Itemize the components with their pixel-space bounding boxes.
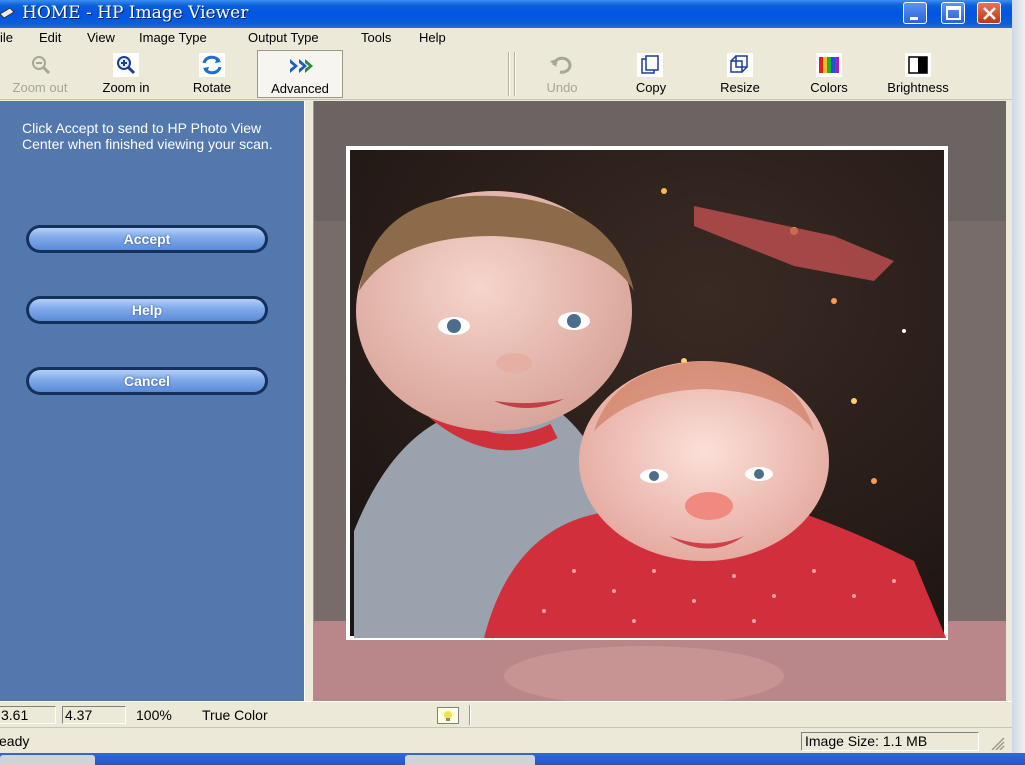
info-status-bar: 3.61 4.37 100% True Color [0,701,1012,727]
menu-tools[interactable]: Tools [361,30,391,45]
scanned-photo [314,101,1006,701]
close-icon [983,7,996,20]
rotate-icon [199,53,225,77]
close-button[interactable] [977,2,1001,24]
minimize-button[interactable] [903,2,927,24]
colors-button[interactable]: Colors [795,50,863,98]
toolbar-separator [514,52,516,96]
zoom-out-label: Zoom out [12,80,68,95]
advanced-button[interactable]: Advanced [257,50,343,98]
ready-status: eady [0,733,30,749]
status-bar: eady Image Size: 1.1 MB [0,727,1012,753]
zoom-out-button[interactable]: Zoom out [0,50,80,98]
zoom-in-label: Zoom in [102,80,150,95]
cancel-button[interactable]: Cancel [26,367,268,395]
toolbar-separator [508,52,510,96]
help-button[interactable]: Help [26,296,268,324]
accept-button[interactable]: Accept [26,225,268,253]
toolbar: Zoom out Zoom in Rotate Advanced Undo Co… [0,48,1012,100]
rotate-label: Rotate [192,80,232,95]
advanced-icon [290,59,313,73]
lightbulb-icon [444,711,452,721]
rotate-button[interactable]: Rotate [178,50,246,98]
title-bar[interactable]: HOME - HP Image Viewer [0,0,1012,28]
colors-icon [816,53,842,77]
minimize-icon [910,17,918,20]
resize-grip-icon[interactable] [988,734,1006,750]
menu-help[interactable]: Help [419,30,446,45]
y-coordinate: 4.37 [62,706,126,724]
taskbar [0,753,1025,765]
status-separator [469,705,471,725]
advanced-label: Advanced [271,81,329,96]
image-size: Image Size: 1.1 MB [801,732,979,751]
zoom-level: 100% [136,707,172,723]
cancel-label: Cancel [29,370,265,392]
copy-icon [637,53,663,77]
colors-label: Colors [810,80,848,95]
menu-image-type[interactable]: Image Type [139,30,207,45]
menu-file[interactable]: File [0,30,13,45]
color-mode: True Color [202,707,268,723]
tip-icon[interactable] [437,707,459,724]
image-viewer[interactable] [314,101,1006,701]
accept-label: Accept [29,228,265,250]
menu-edit[interactable]: Edit [39,30,61,45]
help-label: Help [29,299,265,321]
brightness-icon [905,53,931,77]
viewer-right-border [1006,101,1012,701]
zoom-out-icon [32,56,51,75]
window-title: HOME - HP Image Viewer [22,3,249,23]
maximize-icon [946,6,961,20]
hp-image-viewer-window: HOME - HP Image Viewer File Edit View Im… [0,0,1012,765]
copy-label: Copy [635,80,667,95]
taskbar-button[interactable] [405,755,535,765]
brightness-label: Brightness [887,80,949,95]
zoom-in-button[interactable]: Zoom in [90,50,162,98]
resize-label: Resize [720,80,760,95]
menu-view[interactable]: View [87,30,115,45]
undo-button[interactable]: Undo [528,50,596,98]
zoom-in-icon [113,53,139,77]
undo-label: Undo [546,80,578,95]
copy-button[interactable]: Copy [617,50,685,98]
scanner-icon [0,7,15,19]
desktop-background [1012,0,1025,753]
resize-button[interactable]: Resize [706,50,774,98]
instruction-panel: Click Accept to send to HP Photo View Ce… [0,101,304,701]
resize-icon [727,53,753,77]
menu-bar: File Edit View Image Type Output Type To… [0,28,1012,48]
maximize-button[interactable] [941,2,965,24]
menu-output-type[interactable]: Output Type [248,30,319,45]
panel-splitter[interactable] [304,101,314,701]
taskbar-button[interactable] [0,755,95,765]
x-coordinate: 3.61 [0,706,56,724]
instruction-text: Click Accept to send to HP Photo View Ce… [22,120,273,152]
undo-icon [550,56,572,74]
brightness-button[interactable]: Brightness [874,50,962,98]
